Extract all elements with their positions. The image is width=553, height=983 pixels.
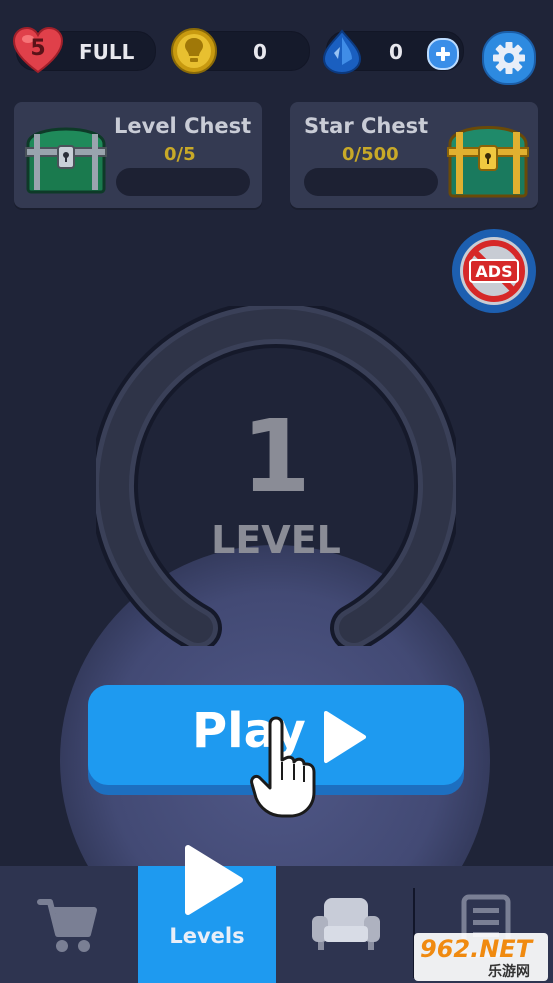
star-chest-title: Star Chest	[304, 114, 429, 138]
ads-label: ADS	[475, 262, 513, 281]
nav-levels[interactable]: Levels	[138, 845, 276, 983]
play-icon	[185, 845, 243, 915]
watermark-text: 962.NET	[420, 935, 533, 963]
level-chest-title: Level Chest	[114, 114, 252, 138]
hints-count: 0	[253, 40, 267, 64]
settings-button[interactable]	[482, 31, 536, 85]
star-chest-progress-bar	[304, 168, 438, 196]
nav-home[interactable]	[276, 866, 414, 983]
watermark-subtext: 乐游网	[488, 964, 530, 980]
star-chest-card[interactable]: Star Chest 0/500	[290, 102, 538, 208]
lightbulb-coin-icon	[170, 27, 218, 75]
level-label: LEVEL	[211, 518, 341, 562]
ads-badge: ADS	[469, 259, 519, 283]
level-number: 1	[241, 398, 311, 515]
cart-icon	[37, 899, 97, 952]
play-arrow-icon	[324, 711, 366, 763]
gems-count: 0	[389, 40, 403, 64]
green-chest-icon	[20, 114, 112, 198]
add-gems-button[interactable]	[427, 38, 459, 70]
nav-shop[interactable]	[0, 866, 138, 983]
no-ads-button[interactable]: ADS	[452, 229, 536, 313]
level-chest-card[interactable]: Level Chest 0/5	[14, 102, 262, 208]
tutorial-hand-icon	[248, 712, 320, 822]
level-chest-progress-bar	[116, 168, 250, 196]
nav-levels-label: Levels	[169, 924, 245, 948]
lives-count: 5	[30, 36, 46, 61]
star-chest-progress: 0/500	[342, 144, 399, 165]
gear-icon	[493, 42, 525, 74]
level-chest-progress: 0/5	[164, 144, 196, 165]
lives-status: FULL	[79, 40, 135, 64]
watermark-badge: 962.NET 乐游网	[414, 933, 548, 981]
heart-icon: 5	[12, 26, 64, 75]
gold-chest-icon	[442, 112, 534, 202]
sofa-icon	[312, 898, 380, 950]
gem-icon	[320, 29, 364, 75]
no-ads-icon: ADS	[460, 237, 528, 305]
plus-icon	[436, 47, 450, 61]
